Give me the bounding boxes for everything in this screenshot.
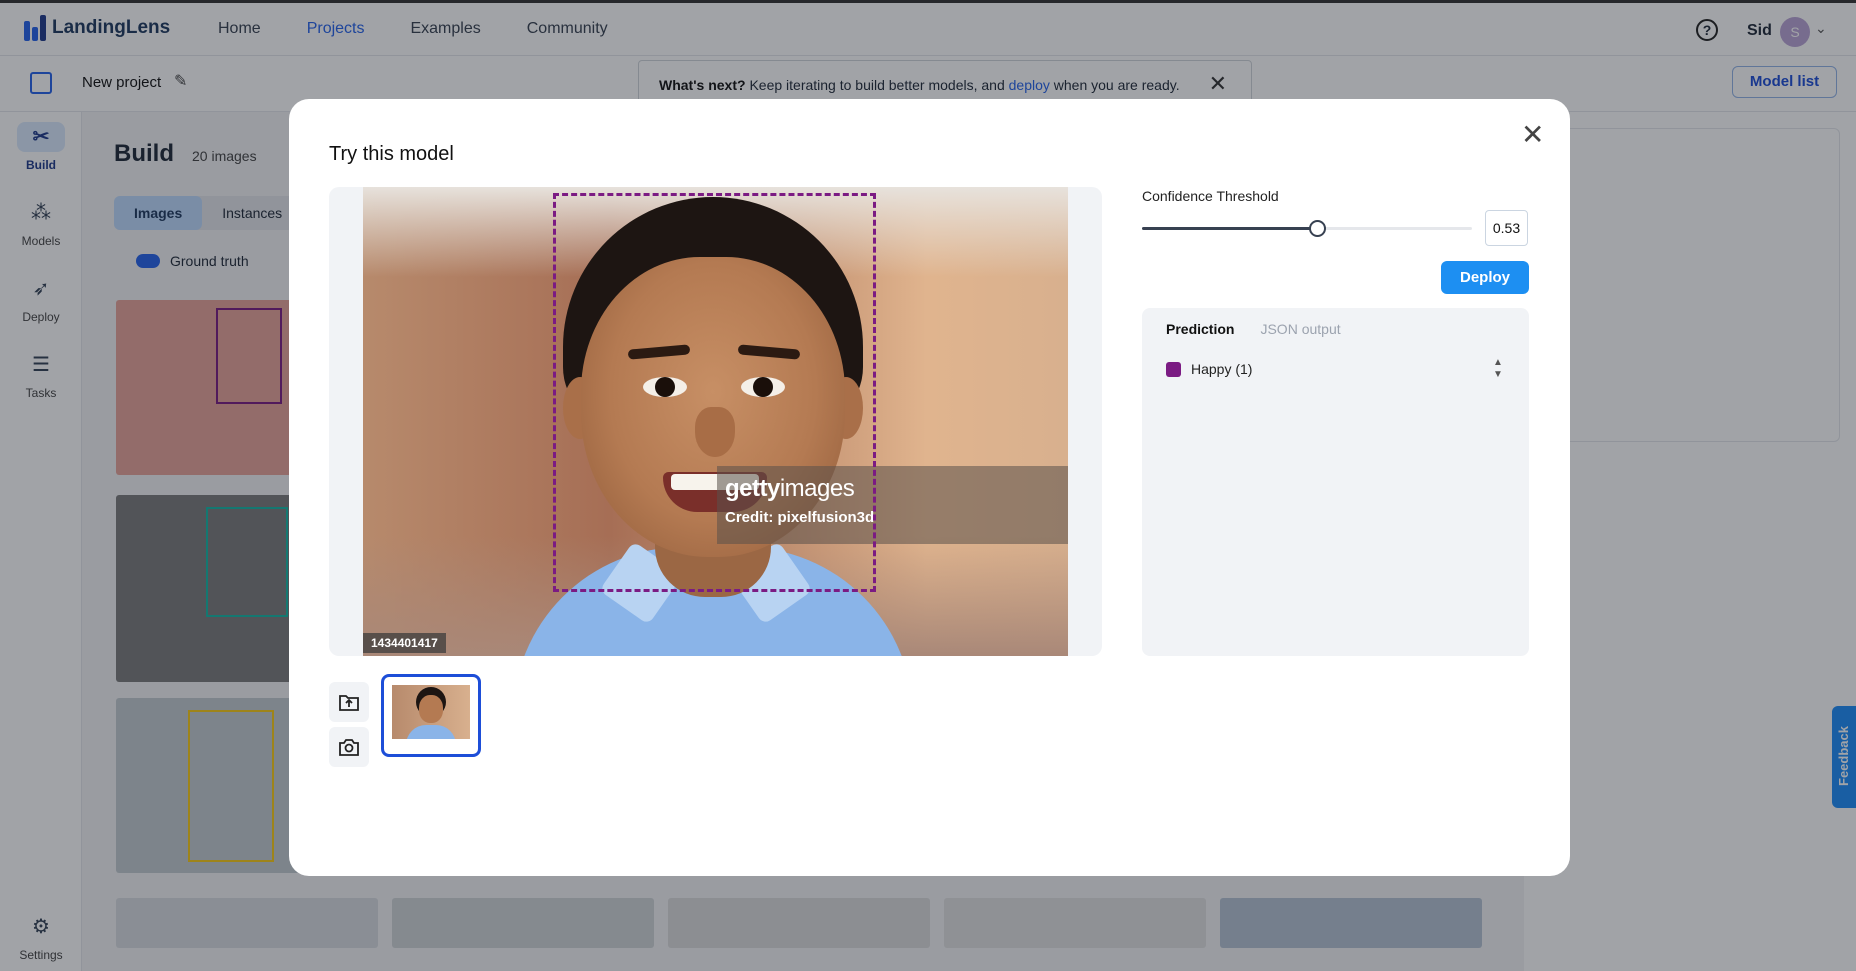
chevron-up-icon[interactable]: ▲ — [1493, 357, 1503, 369]
prediction-item: Happy (1) — [1166, 361, 1252, 377]
slider-fill — [1142, 227, 1317, 230]
camera-button[interactable] — [329, 727, 369, 767]
collapse-stepper[interactable]: ▲ ▼ — [1493, 357, 1503, 381]
folder-upload-icon — [339, 695, 359, 711]
prediction-panel: Prediction JSON output Happy (1) ▲ ▼ — [1142, 308, 1529, 656]
threshold-input[interactable]: 0.53 — [1485, 210, 1528, 246]
confidence-threshold-slider[interactable] — [1142, 220, 1472, 237]
image-viewer: gettyimages Credit: pixelfusion3d 143440… — [329, 187, 1102, 656]
camera-icon — [339, 739, 359, 756]
dialog-title: Try this model — [329, 143, 454, 165]
confidence-threshold-label: Confidence Threshold — [1142, 188, 1279, 204]
chevron-down-icon[interactable]: ▼ — [1493, 369, 1503, 381]
try-model-dialog: Try this model ✕ gettyimages Credit: pix… — [289, 99, 1570, 876]
slider-handle[interactable] — [1309, 220, 1326, 237]
tab-prediction[interactable]: Prediction — [1166, 321, 1234, 337]
prediction-bounding-box — [553, 193, 876, 592]
selected-image-thumbnail[interactable] — [381, 674, 481, 757]
close-icon[interactable]: ✕ — [1521, 121, 1544, 149]
test-photo: gettyimages Credit: pixelfusion3d 143440… — [363, 187, 1068, 656]
image-id-label: 1434401417 — [363, 633, 446, 653]
prediction-tabs: Prediction JSON output — [1166, 321, 1341, 337]
deploy-button[interactable]: Deploy — [1441, 261, 1529, 294]
tab-json-output[interactable]: JSON output — [1260, 321, 1340, 337]
prediction-label: Happy (1) — [1191, 361, 1253, 377]
class-color-swatch — [1166, 361, 1181, 377]
upload-image-button[interactable] — [329, 682, 369, 722]
